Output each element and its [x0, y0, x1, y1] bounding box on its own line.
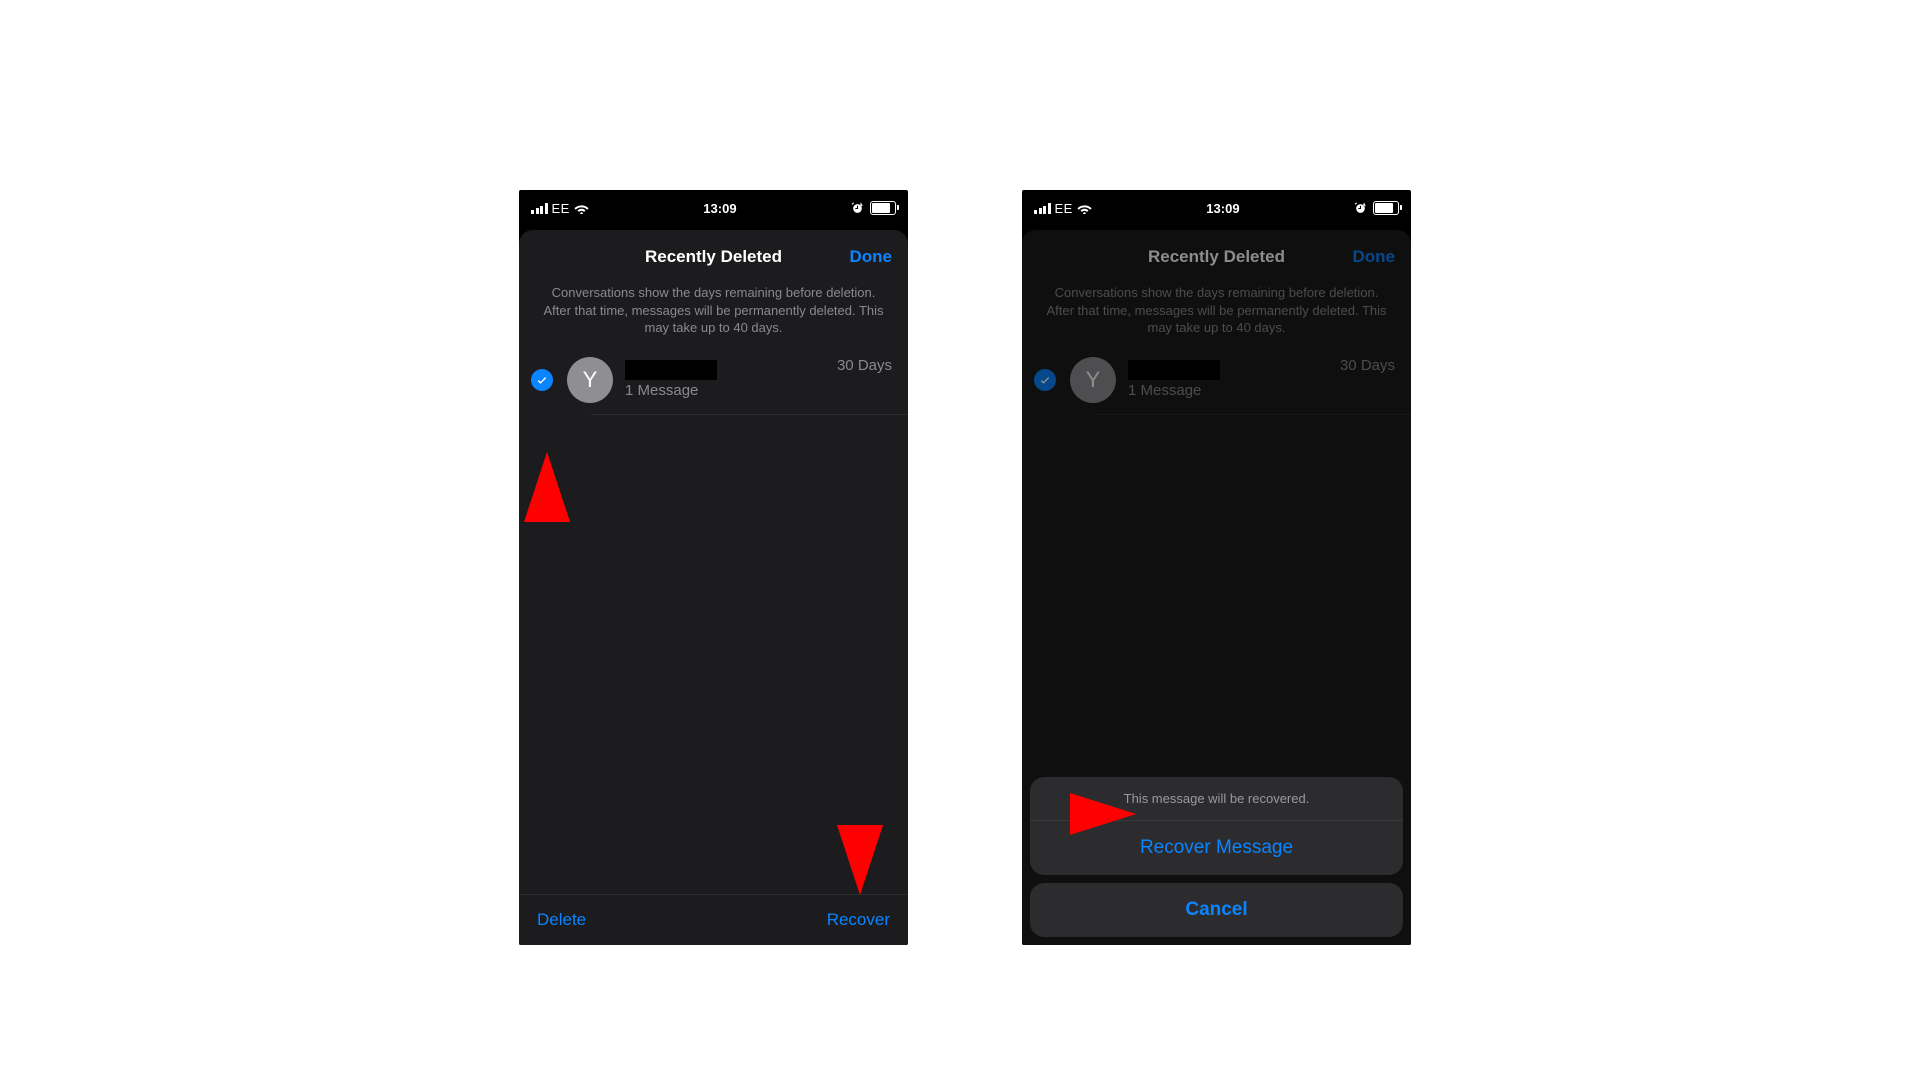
status-time: 13:09: [703, 201, 736, 216]
recover-action-sheet: This message will be recovered. Recover …: [1030, 777, 1403, 937]
alarm-icon: [851, 202, 864, 215]
battery-icon: [1373, 201, 1399, 215]
status-bar: EE 13:09: [519, 190, 908, 222]
action-sheet-group: This message will be recovered. Recover …: [1030, 777, 1403, 875]
phone-screenshot-left: EE 13:09 Recently Deleted Done Conversat…: [519, 190, 908, 945]
wifi-icon: [574, 203, 589, 214]
alarm-icon: [1354, 202, 1367, 215]
info-text: Conversations show the days remaining be…: [519, 284, 908, 351]
message-count-label: 1 Message: [1128, 382, 1340, 399]
done-button[interactable]: Done: [850, 230, 893, 284]
screenshot-canvas: EE 13:09 Recently Deleted Done Conversat…: [234, 135, 1686, 945]
deleted-conversation-row[interactable]: Y 1 Message 30 Days: [519, 351, 908, 415]
status-time: 13:09: [1206, 201, 1239, 216]
cellular-signal-icon: [531, 203, 548, 214]
conversation-text: 1 Message: [625, 360, 837, 399]
conversation-text: 1 Message: [1128, 360, 1340, 399]
sheet-header: Recently Deleted Done: [1022, 230, 1411, 284]
contact-name-redacted: [625, 360, 717, 380]
bottom-toolbar: Delete Recover: [519, 894, 908, 945]
cellular-signal-icon: [1034, 203, 1051, 214]
contact-avatar: Y: [567, 357, 613, 403]
action-sheet-title: This message will be recovered.: [1030, 777, 1403, 821]
status-left: EE: [1034, 201, 1092, 216]
status-left: EE: [531, 201, 589, 216]
carrier-label: EE: [552, 201, 570, 216]
days-remaining-label: 30 Days: [837, 357, 892, 374]
selection-checkmark-icon[interactable]: [1034, 369, 1056, 391]
sheet-title: Recently Deleted: [645, 247, 782, 267]
status-right: [1354, 201, 1399, 215]
cancel-button[interactable]: Cancel: [1030, 883, 1403, 937]
carrier-label: EE: [1055, 201, 1073, 216]
sheet-title: Recently Deleted: [1148, 247, 1285, 267]
selection-checkmark-icon[interactable]: [531, 369, 553, 391]
days-remaining-label: 30 Days: [1340, 357, 1395, 374]
wifi-icon: [1077, 203, 1092, 214]
recover-message-button[interactable]: Recover Message: [1030, 821, 1403, 875]
status-right: [851, 201, 896, 215]
done-button[interactable]: Done: [1353, 230, 1396, 284]
row-divider: [591, 414, 908, 415]
status-bar: EE 13:09: [1022, 190, 1411, 222]
recently-deleted-sheet: Recently Deleted Done Conversations show…: [1022, 230, 1411, 945]
battery-icon: [870, 201, 896, 215]
row-divider: [1094, 414, 1411, 415]
sheet-header: Recently Deleted Done: [519, 230, 908, 284]
phone-screenshot-right: EE 13:09 Recently Deleted Done Conversat…: [1022, 190, 1411, 945]
recover-button[interactable]: Recover: [827, 910, 890, 930]
contact-name-redacted: [1128, 360, 1220, 380]
message-count-label: 1 Message: [625, 382, 837, 399]
delete-button[interactable]: Delete: [537, 910, 586, 930]
deleted-conversation-row[interactable]: Y 1 Message 30 Days: [1022, 351, 1411, 415]
info-text: Conversations show the days remaining be…: [1022, 284, 1411, 351]
recently-deleted-sheet: Recently Deleted Done Conversations show…: [519, 230, 908, 945]
contact-avatar: Y: [1070, 357, 1116, 403]
